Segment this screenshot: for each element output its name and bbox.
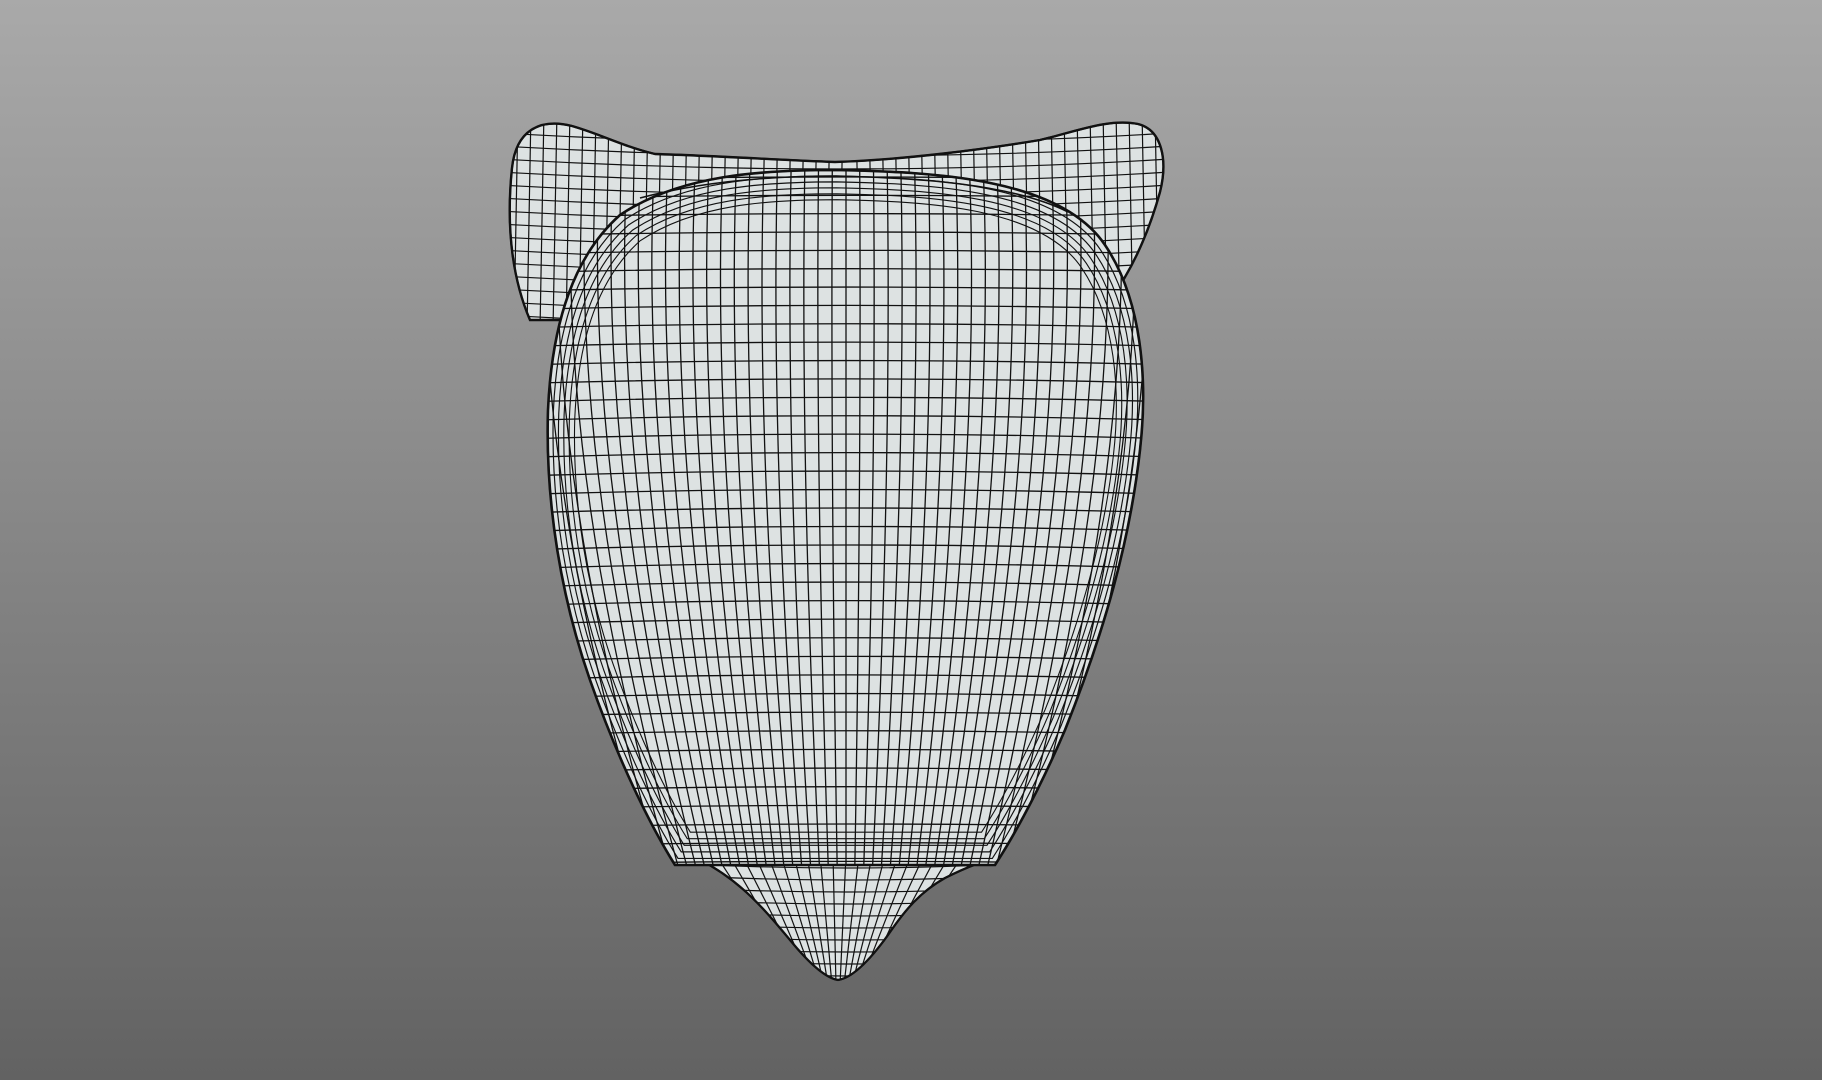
mesh-edge-loop — [509, 122, 1164, 131]
mesh-edge — [501, 110, 505, 330]
face-shape — [546, 168, 1145, 867]
chin-shape — [699, 856, 999, 982]
wireframe-mesh[interactable] — [0, 0, 1822, 1080]
3d-viewport[interactable] — [0, 0, 1822, 1080]
